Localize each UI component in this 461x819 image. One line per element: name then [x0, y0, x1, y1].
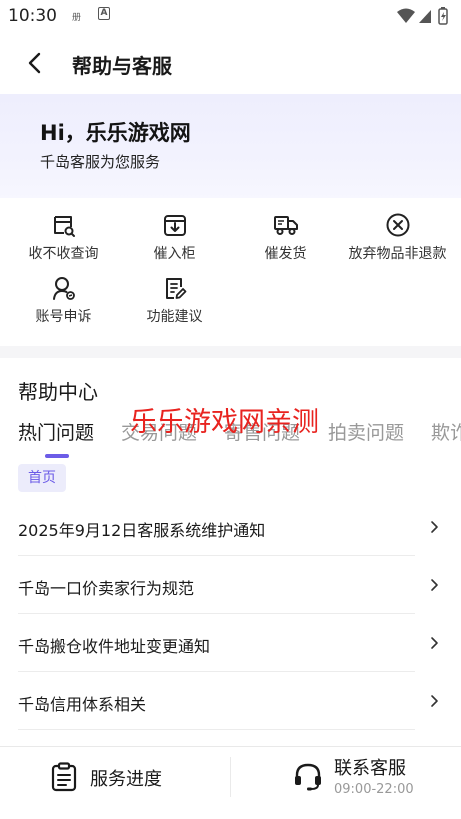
- notification-a-icon: A: [98, 7, 110, 20]
- cabinet-in-icon: [163, 215, 186, 236]
- greeting-banner: Hi，乐乐游戏网 千岛客服为您服务: [0, 94, 461, 198]
- quick-action-abandon-item[interactable]: 放弃物品非退款: [340, 198, 455, 262]
- quick-action-label: 收不收查询: [28, 246, 99, 262]
- active-tab-indicator: [45, 454, 69, 458]
- tab-auction-questions[interactable]: 拍卖问题: [328, 418, 404, 445]
- help-center-title: 帮助中心: [18, 380, 98, 404]
- back-button[interactable]: [20, 48, 50, 78]
- faq-item[interactable]: 千岛搬仓收件地址变更通知: [18, 614, 438, 672]
- quick-action-label: 放弃物品非退款: [348, 246, 447, 262]
- quick-action-label: 催发货: [264, 246, 307, 262]
- quick-action-label: 账号申诉: [35, 309, 92, 325]
- tab-hot-questions[interactable]: 热门问题: [18, 418, 94, 445]
- suggestion-edit-icon: [165, 278, 186, 299]
- quick-action-receipt-query[interactable]: 收不收查询: [6, 198, 121, 262]
- quick-action-label: 功能建议: [146, 309, 203, 325]
- quick-action-feature-suggestion[interactable]: 功能建议: [117, 261, 232, 325]
- chevron-right-icon: [431, 637, 438, 649]
- home-chip[interactable]: 首页: [18, 464, 66, 492]
- status-time: 10:30: [8, 6, 57, 26]
- chevron-left-icon: [28, 52, 41, 74]
- quick-action-urge-cabinet[interactable]: 催入柜: [117, 198, 232, 262]
- user-appeal-icon: [52, 277, 75, 300]
- quick-action-label: 催入柜: [153, 246, 196, 262]
- bottom-action-bar: 服务进度 联系客服 09:00-22:00: [0, 746, 461, 819]
- contact-support-label: 联系客服: [334, 758, 406, 779]
- help-center: 帮助中心 热门问题 交易问题 寄售问题 拍卖问题 欺诈 乐乐游戏网亲测 首页 2…: [0, 358, 461, 746]
- chevron-right-icon: [431, 579, 438, 591]
- chevron-right-icon: [431, 521, 438, 533]
- greeting-subtitle: 千岛客服为您服务: [40, 153, 161, 171]
- faq-title: 2025年9月12日客服系统维护通知: [18, 521, 266, 540]
- status-indicators-icon: [397, 7, 448, 25]
- greeting-title: Hi，乐乐游戏网: [40, 121, 191, 145]
- quick-action-urge-delivery[interactable]: 催发货: [228, 198, 343, 262]
- faq-list: 2025年9月12日客服系统维护通知 千岛一口价卖家行为规范 千岛搬仓收件地址变…: [18, 498, 438, 730]
- page-title: 帮助与客服: [72, 54, 172, 78]
- headset-icon: [295, 763, 321, 791]
- faq-item[interactable]: 2025年9月12日客服系统维护通知: [18, 498, 438, 556]
- tab-fraud-questions[interactable]: 欺诈: [431, 418, 461, 445]
- contact-hours: 09:00-22:00: [334, 782, 414, 797]
- cancel-circle-icon: [386, 213, 409, 237]
- watermark-text: 乐乐游戏网亲测: [130, 407, 319, 438]
- faq-title: 千岛信用体系相关: [18, 695, 147, 714]
- faq-title: 千岛一口价卖家行为规范: [18, 579, 195, 598]
- service-progress-label: 服务进度: [90, 769, 162, 790]
- faq-item[interactable]: 千岛信用体系相关: [18, 672, 438, 730]
- contact-support-button[interactable]: 联系客服 09:00-22:00: [231, 747, 461, 807]
- clipboard-icon: [51, 762, 77, 792]
- faq-title: 千岛搬仓收件地址变更通知: [18, 637, 211, 656]
- quick-actions-grid: 收不收查询 催入柜 催发货 放弃物品非退款 账号申诉 功能建议: [0, 198, 461, 346]
- section-divider: [0, 346, 461, 358]
- notification-icon: 册: [72, 13, 82, 23]
- app-header: 帮助与客服: [0, 32, 461, 94]
- quick-action-account-appeal[interactable]: 账号申诉: [6, 261, 121, 325]
- receipt-search-icon: [53, 216, 75, 237]
- service-progress-button[interactable]: 服务进度: [0, 747, 230, 807]
- delivery-truck-icon: [273, 216, 298, 235]
- faq-item[interactable]: 千岛一口价卖家行为规范: [18, 556, 438, 614]
- chevron-right-icon: [431, 695, 438, 707]
- status-bar: 10:30 册 A: [0, 0, 461, 32]
